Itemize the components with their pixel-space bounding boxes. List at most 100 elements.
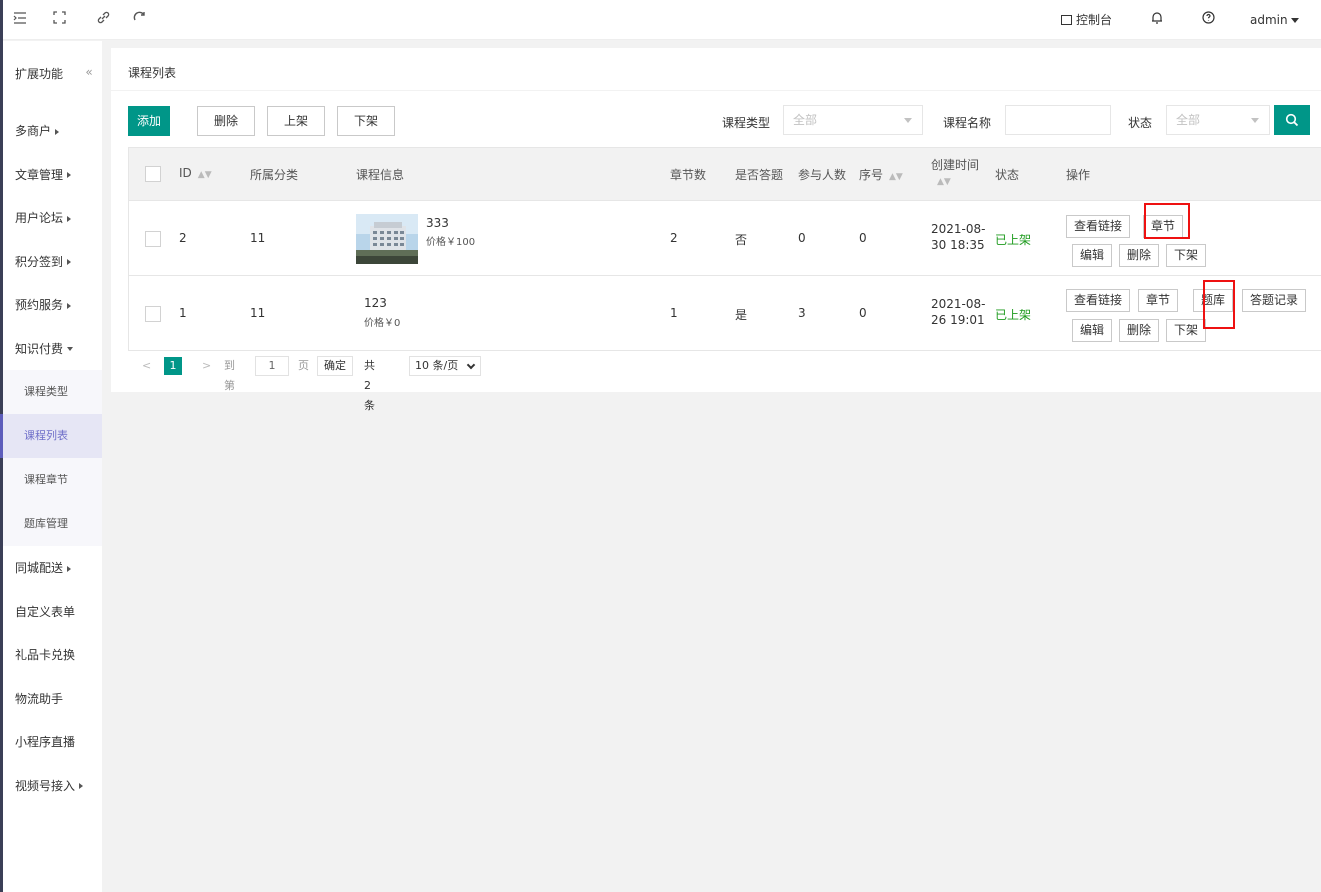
help-icon[interactable] — [1202, 0, 1215, 40]
off-shelf-row-button[interactable]: 下架 — [1166, 319, 1207, 342]
cell-participants: 3 — [798, 306, 806, 320]
edit-button[interactable]: 编辑 — [1072, 319, 1113, 342]
chevron-down-icon — [904, 118, 912, 123]
status-badge: 已上架 — [995, 308, 1032, 322]
answer-records-button[interactable]: 答题记录 — [1242, 289, 1307, 312]
cell-chapters: 1 — [670, 306, 678, 320]
prev-page[interactable]: < — [142, 356, 151, 376]
cell-has-quiz: 否 — [735, 233, 748, 247]
sidebar-subitem[interactable]: 课程类型 — [3, 370, 102, 414]
sidebar-item[interactable]: 多商户 — [3, 110, 102, 153]
sidebar-subitem[interactable]: 题库管理 — [3, 502, 102, 546]
on-shelf-button[interactable]: 上架 — [267, 106, 325, 136]
sidebar-item[interactable]: 用户论坛 — [3, 197, 102, 240]
sidebar: 扩展功能 « 多商户 文章管理 用户论坛 积分签到 预约服务 知识付费 课程类型 课程列表 课程… — [0, 41, 102, 892]
course-type-select[interactable]: 全部 — [783, 105, 923, 135]
fullscreen-icon[interactable] — [53, 0, 66, 40]
row-checkbox[interactable] — [145, 306, 161, 322]
sidebar-item[interactable]: 视频号接入 — [3, 765, 102, 808]
sidebar-item[interactable]: 积分签到 — [3, 241, 102, 284]
cell-created: 2021-08- 26 19:01 — [931, 297, 986, 327]
sidebar-item-label: 多商户 — [15, 124, 52, 138]
row-checkbox[interactable] — [145, 231, 161, 247]
course-table: ID ▲▼ 所属分类 课程信息 章节数 是否答题 参与人数 序号 ▲▼ 创建时间 ▲▼… — [128, 147, 1321, 351]
cell-id: 2 — [179, 231, 187, 245]
chevron-down-icon — [1290, 18, 1299, 23]
page-size-select[interactable]: 10 条/页 — [409, 356, 481, 376]
select-all-checkbox[interactable] — [145, 166, 161, 182]
off-shelf-button[interactable]: 下架 — [337, 106, 395, 136]
add-button[interactable]: 添加 — [128, 106, 170, 136]
course-price: 价格￥0 — [364, 318, 401, 329]
page-suffix: 页 — [298, 359, 309, 372]
sidebar-item[interactable]: 自定义表单 — [3, 591, 102, 634]
sidebar-item[interactable]: 礼品卡兑换 — [3, 634, 102, 677]
page-1[interactable]: 1 — [164, 357, 182, 375]
cell-category: 11 — [250, 231, 266, 245]
chevron-right-icon — [67, 172, 72, 178]
search-button[interactable] — [1274, 105, 1310, 135]
console-link[interactable]: 控制台 — [1061, 0, 1112, 40]
chapter-button[interactable]: 章节 — [1138, 289, 1179, 312]
table-header: ID ▲▼ 所属分类 课程信息 章节数 是否答题 参与人数 序号 ▲▼ 创建时间 ▲▼… — [129, 148, 1321, 201]
cell-has-quiz: 是 — [735, 308, 748, 322]
view-link-button[interactable]: 查看链接 — [1066, 215, 1131, 238]
refresh-icon[interactable] — [133, 0, 146, 40]
chevron-right-icon — [79, 783, 84, 789]
sidebar-item[interactable]: 小程序直播 — [3, 721, 102, 764]
user-menu[interactable]: admin — [1250, 0, 1299, 40]
sidebar-item[interactable]: 文章管理 — [3, 154, 102, 197]
course-thumbnail[interactable] — [356, 214, 418, 264]
sidebar-item-label: 自定义表单 — [15, 604, 76, 619]
delete-button[interactable]: 删除 — [197, 106, 255, 136]
header-order[interactable]: 序号 ▲▼ — [859, 166, 903, 183]
next-page[interactable]: > — [202, 356, 211, 376]
chevron-right-icon — [67, 302, 72, 309]
sidebar-subitem[interactable]: 课程列表 — [0, 414, 102, 458]
sidebar-item[interactable]: 同城配送 — [3, 547, 102, 590]
status-select[interactable]: 全部 — [1166, 105, 1270, 135]
sidebar-item-label: 小程序直播 — [15, 735, 76, 749]
sidebar-item[interactable]: 知识付费 — [3, 328, 102, 371]
cell-chapters: 2 — [670, 231, 678, 245]
divider — [111, 90, 1321, 91]
course-name-input[interactable] — [1005, 105, 1111, 135]
header-chapters: 章节数 — [670, 168, 707, 182]
delete-row-button[interactable]: 删除 — [1119, 244, 1160, 267]
header-info: 课程信息 — [356, 168, 405, 182]
status-badge: 已上架 — [995, 233, 1032, 247]
course-name-label: 课程名称 — [943, 116, 992, 130]
goto-confirm-button[interactable]: 确定 — [317, 356, 353, 376]
off-shelf-row-button[interactable]: 下架 — [1166, 244, 1207, 267]
sidebar-subitem[interactable]: 课程章节 — [3, 458, 102, 502]
header-id[interactable]: ID ▲▼ — [179, 166, 212, 180]
collapse-sidebar-icon[interactable]: « — [81, 63, 97, 81]
chevron-right-icon — [67, 565, 72, 572]
delete-row-button[interactable]: 删除 — [1119, 319, 1160, 342]
cell-order: 0 — [859, 231, 867, 245]
sort-icon: ▲▼ — [937, 177, 951, 187]
chevron-down-icon — [466, 360, 476, 370]
bell-icon[interactable] — [1151, 0, 1163, 40]
menu-toggle-icon[interactable] — [13, 0, 27, 40]
sidebar-item-label: 同城配送 — [15, 561, 64, 575]
sidebar-item[interactable]: 预约服务 — [3, 284, 102, 327]
total-count: 共 2 条 — [364, 359, 375, 412]
chevron-right-icon — [67, 259, 72, 265]
edit-button[interactable]: 编辑 — [1072, 244, 1113, 267]
link-icon[interactable] — [97, 0, 110, 40]
header-status: 状态 — [995, 168, 1020, 182]
goto-page-input[interactable]: 1 — [255, 356, 289, 376]
view-link-button[interactable]: 查看链接 — [1066, 289, 1131, 312]
top-header: 控制台 admin — [3, 0, 1321, 40]
cell-participants: 0 — [798, 231, 806, 245]
cell-order: 0 — [859, 306, 867, 320]
cell-category: 11 — [250, 306, 266, 320]
header-participants: 参与人数 — [798, 168, 847, 182]
goto-label: 到第 — [224, 359, 235, 392]
sidebar-item[interactable]: 物流助手 — [3, 678, 102, 721]
header-created[interactable]: 创建时间 ▲▼ — [931, 156, 979, 187]
chevron-right-icon — [67, 215, 72, 222]
sort-icon: ▲▼ — [197, 170, 212, 180]
status-label: 状态 — [1128, 116, 1153, 130]
